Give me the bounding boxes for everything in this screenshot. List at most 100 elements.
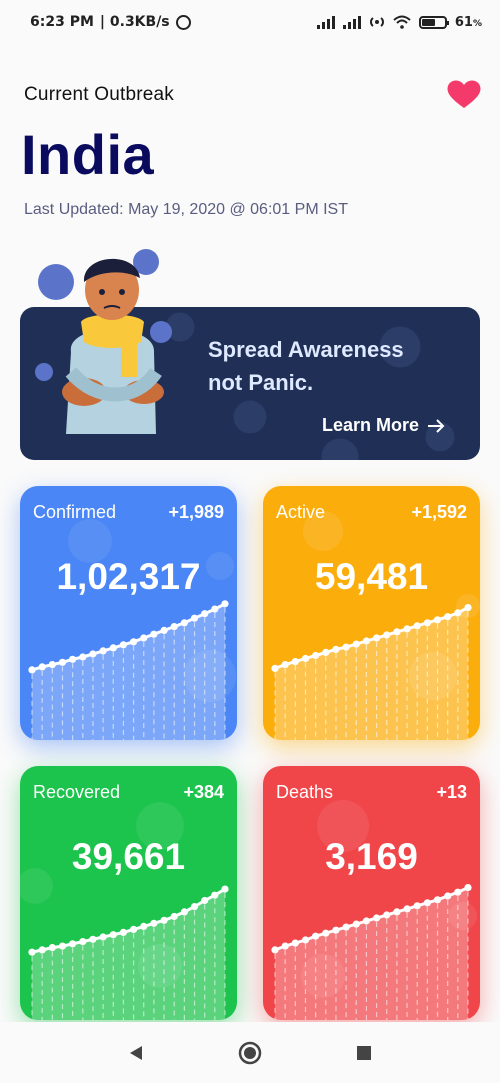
trend-point — [383, 631, 391, 639]
card-delta: +1,592 — [411, 502, 467, 522]
trend-point — [393, 628, 401, 636]
trend-point — [291, 658, 299, 666]
network-speed: | 0.3KB/s — [99, 14, 170, 30]
trend-area — [275, 887, 468, 1020]
trend-point — [109, 931, 117, 939]
trend-point — [454, 609, 462, 617]
trend-point — [312, 932, 320, 940]
trend-point — [281, 661, 289, 669]
heart-icon[interactable] — [446, 78, 482, 110]
banner-line-1: Spread Awareness — [208, 337, 404, 362]
trend-point — [99, 933, 107, 941]
trend-point — [444, 613, 452, 621]
trend-point — [362, 917, 370, 925]
trend-point — [393, 908, 401, 916]
trend-point — [28, 948, 36, 956]
back-triangle-icon — [130, 1045, 142, 1060]
trend-point — [352, 640, 360, 648]
trend-point — [58, 658, 67, 666]
trend-point — [150, 919, 158, 927]
trend-point — [221, 600, 229, 608]
battery-fill — [421, 18, 436, 26]
back-button[interactable] — [124, 1041, 148, 1065]
confirmed-card[interactable]: Confirmed +1,989 1,02,317 — [20, 486, 237, 740]
status-left: 6:23 PM | 0.3KB/s — [30, 14, 191, 30]
trend-point — [38, 946, 46, 954]
trend-point — [373, 914, 381, 922]
status-time: 6:23 PM — [30, 14, 94, 30]
trend-point — [160, 916, 168, 924]
battery-icon — [418, 15, 449, 29]
trend-point — [322, 648, 330, 656]
battery-percent: 61% — [454, 14, 482, 30]
card-delta: +384 — [183, 782, 224, 802]
trend-point — [89, 650, 97, 658]
recents-square-icon — [357, 1045, 371, 1060]
trend-point — [109, 644, 117, 652]
trend-point — [211, 891, 219, 899]
card-label: Active — [276, 502, 326, 522]
trend-point — [271, 946, 279, 954]
trend-point — [170, 912, 178, 921]
card-label: Confirmed — [33, 502, 117, 522]
recents-button[interactable] — [352, 1041, 376, 1065]
trend-point — [79, 938, 87, 946]
deaths-card[interactable]: Deaths +13 3,169 — [263, 766, 480, 1020]
trend-point — [221, 885, 229, 893]
status-bar: 6:23 PM | 0.3KB/s 61% — [0, 0, 500, 44]
trend-point — [271, 664, 279, 672]
trend-point — [413, 902, 421, 910]
trend-point — [433, 616, 442, 624]
trend-point — [403, 905, 411, 913]
trend-point — [281, 942, 289, 950]
trend-point — [79, 653, 87, 661]
trend-point — [130, 925, 138, 933]
trend-point — [119, 928, 127, 936]
trend-point — [58, 942, 67, 950]
trend-point — [28, 666, 36, 674]
trend-point — [332, 926, 340, 934]
trend-point — [140, 922, 148, 930]
trend-point — [312, 651, 320, 660]
trend-point — [332, 645, 340, 653]
trend-point — [69, 940, 77, 948]
trend-point — [211, 605, 219, 613]
trend-point — [373, 634, 381, 642]
active-trend-chart — [271, 604, 472, 740]
trend-point — [48, 944, 56, 952]
trend-point — [454, 888, 462, 896]
trend-point — [291, 939, 299, 947]
banner-message: Spread Awareness not Panic. — [208, 333, 404, 399]
trend-point — [160, 626, 168, 634]
card-delta: +1,989 — [168, 502, 224, 522]
section-subtitle: Current Outbreak — [24, 84, 174, 105]
trend-point — [301, 654, 310, 663]
trend-area — [32, 603, 225, 740]
trend-point — [180, 908, 188, 916]
trend-point — [48, 661, 56, 669]
recovered-card[interactable]: Recovered +384 39,661 — [20, 766, 237, 1020]
app-screen: 6:23 PM | 0.3KB/s 61% Current Outbreak I… — [0, 0, 500, 1083]
arrow-right-icon — [428, 418, 445, 433]
trend-point — [423, 899, 431, 907]
trend-point — [464, 884, 472, 892]
card-label: Deaths — [276, 782, 334, 802]
trend-point — [433, 896, 442, 904]
signal-icon — [316, 15, 335, 29]
trend-point — [130, 638, 138, 646]
home-circle-icon — [238, 1041, 262, 1064]
learn-more-link[interactable]: Learn More — [322, 415, 445, 436]
trend-point — [38, 663, 46, 671]
trend-point — [99, 647, 107, 655]
active-card[interactable]: Active +1,592 59,481 — [263, 486, 480, 740]
signal-icon — [342, 15, 361, 29]
home-button[interactable] — [238, 1041, 262, 1065]
trend-point — [342, 643, 350, 651]
trend-point — [201, 896, 209, 905]
trend-point — [423, 619, 431, 627]
trend-point — [69, 655, 77, 663]
confirmed-trend-chart — [28, 600, 229, 740]
trend-point — [403, 625, 411, 633]
deaths-trend-chart — [271, 884, 472, 1020]
card-delta: +13 — [436, 782, 467, 802]
